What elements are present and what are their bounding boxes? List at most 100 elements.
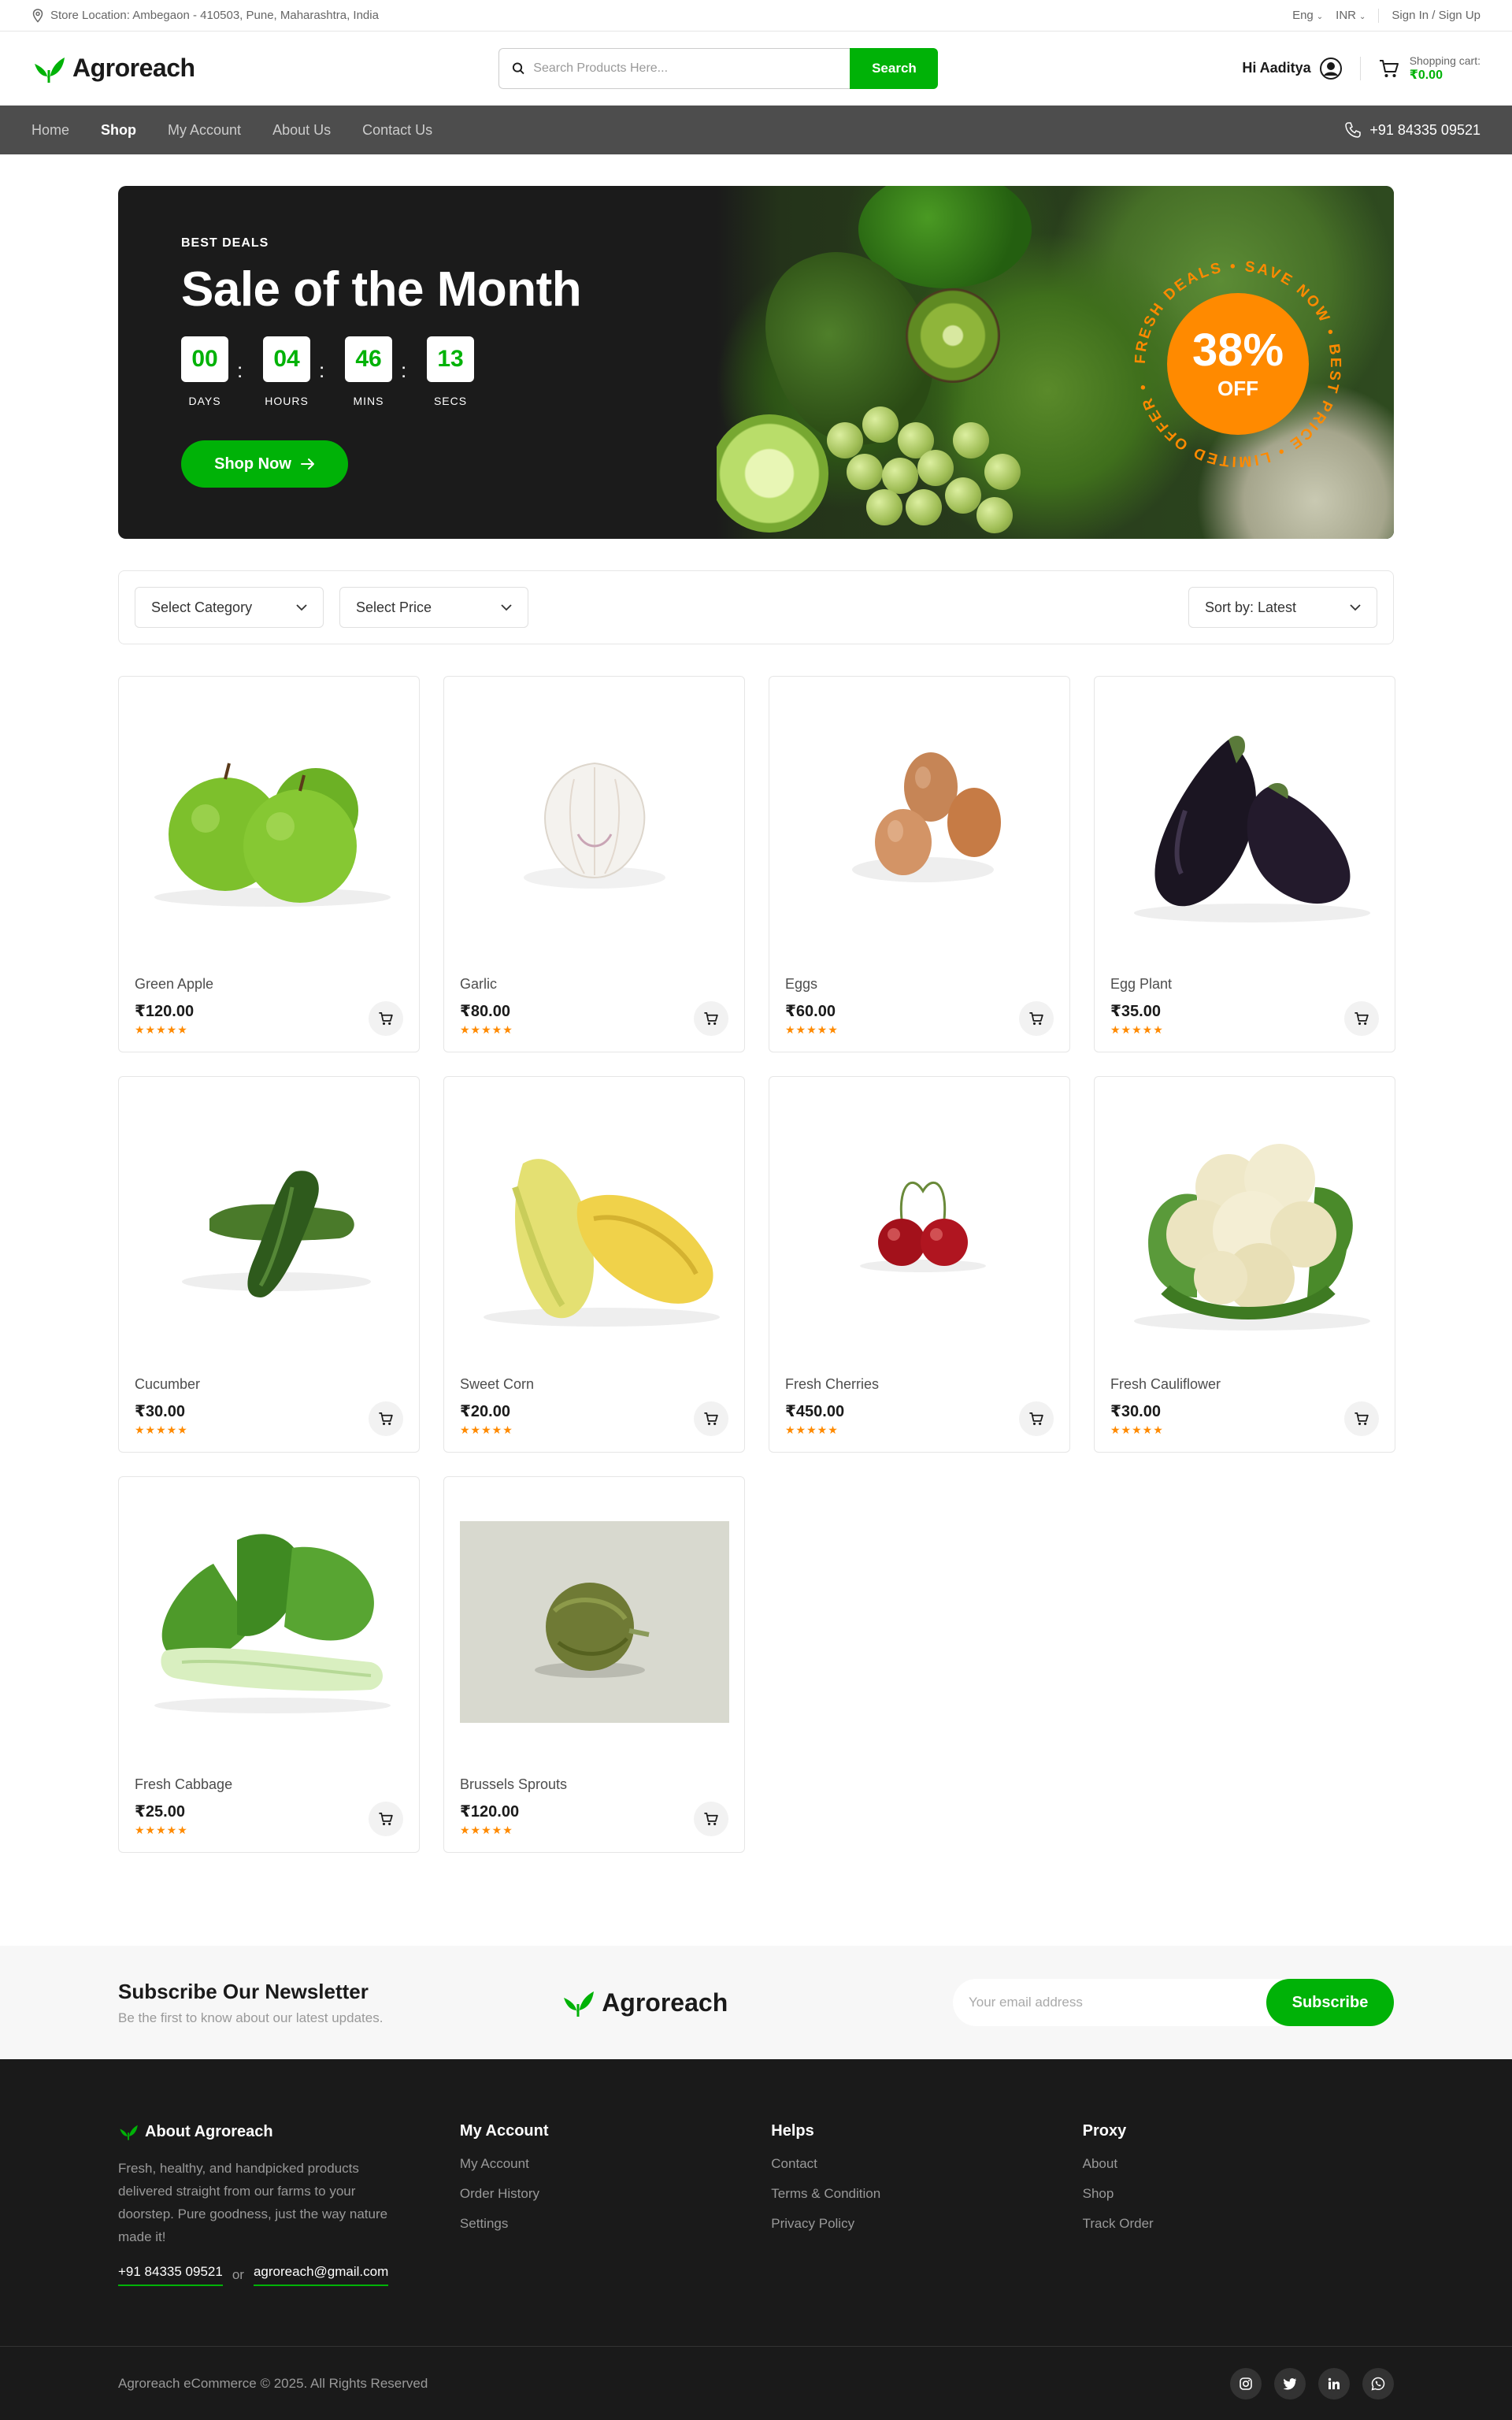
- product-name[interactable]: Green Apple: [135, 976, 213, 993]
- cart-icon: [379, 1012, 393, 1025]
- product-card[interactable]: Garlic ₹80.00 ★★★★★: [443, 676, 745, 1052]
- product-name[interactable]: Eggs: [785, 976, 817, 993]
- product-card[interactable]: Green Apple ₹120.00 ★★★★★: [118, 676, 420, 1052]
- product-card[interactable]: Sweet Corn ₹20.00 ★★★★★: [443, 1076, 745, 1453]
- leaf-logo-icon: [120, 2125, 138, 2140]
- subscribe-button[interactable]: Subscribe: [1266, 1979, 1394, 2026]
- newsletter-logo[interactable]: Agroreach: [561, 1987, 728, 2018]
- search-input[interactable]: [533, 61, 838, 76]
- topbar: Store Location: Ambegaon - 410503, Pune,…: [0, 0, 1512, 32]
- product-name[interactable]: Garlic: [460, 976, 497, 993]
- footer-link-track-order[interactable]: Track Order: [1083, 2216, 1394, 2232]
- add-to-cart-button[interactable]: [1344, 1401, 1379, 1436]
- add-to-cart-button[interactable]: [1019, 1001, 1054, 1036]
- product-image-cherries[interactable]: [785, 1093, 1054, 1348]
- product-name[interactable]: Fresh Cabbage: [135, 1776, 232, 1793]
- add-to-cart-button[interactable]: [694, 1802, 728, 1836]
- add-to-cart-button[interactable]: [369, 1001, 403, 1036]
- product-image-cucumber[interactable]: [135, 1093, 404, 1348]
- add-to-cart-button[interactable]: [694, 1401, 728, 1436]
- footer-link-about[interactable]: About: [1083, 2156, 1394, 2172]
- product-image-bok-choy[interactable]: [135, 1493, 404, 1748]
- footer-link-my-account[interactable]: My Account: [460, 2156, 771, 2172]
- product-name[interactable]: Cucumber: [135, 1376, 200, 1393]
- product-image-corn[interactable]: [460, 1093, 729, 1348]
- product-card[interactable]: Fresh Cabbage ₹25.00 ★★★★★: [118, 1476, 420, 1853]
- grape-shape: [827, 422, 863, 458]
- footer-email-link[interactable]: agroreach@gmail.com: [253, 2264, 389, 2286]
- product-image-green-apple[interactable]: [135, 692, 404, 948]
- banner-title: Sale of the Month: [181, 262, 582, 317]
- grape-shape: [882, 458, 918, 494]
- footer-link-contact[interactable]: Contact: [771, 2156, 1082, 2172]
- product-image-eggplant[interactable]: [1110, 692, 1380, 948]
- product-card[interactable]: Egg Plant ₹35.00 ★★★★★: [1094, 676, 1395, 1052]
- newsletter-brand-name: Agroreach: [602, 1988, 728, 2017]
- product-card[interactable]: Fresh Cauliflower ₹30.00 ★★★★★: [1094, 1076, 1395, 1453]
- nav-item-my-account[interactable]: My Account: [168, 122, 241, 139]
- instagram-icon[interactable]: [1230, 2368, 1262, 2400]
- add-to-cart-button[interactable]: [1344, 1001, 1379, 1036]
- social-links: [1230, 2368, 1394, 2400]
- product-image-eggs[interactable]: [785, 692, 1054, 948]
- product-price: ₹25.00: [135, 1803, 185, 1821]
- linkedin-icon[interactable]: [1318, 2368, 1350, 2400]
- shop-now-button[interactable]: Shop Now: [181, 440, 348, 488]
- newsletter-email-input[interactable]: [952, 1979, 1266, 2026]
- product-name[interactable]: Brussels Sprouts: [460, 1776, 567, 1793]
- product-image-cauliflower[interactable]: [1110, 1093, 1380, 1348]
- countdown-value: 04: [263, 336, 310, 382]
- nav-item-shop[interactable]: Shop: [101, 122, 136, 139]
- footer-link-shop[interactable]: Shop: [1083, 2186, 1394, 2202]
- sign-up-link[interactable]: Sign Up: [1439, 9, 1480, 22]
- filter-bar: Select Category Select Price Sort by: La…: [118, 570, 1394, 644]
- chevron-down-icon: ⌄: [1359, 13, 1366, 21]
- product-image-garlic[interactable]: [460, 692, 729, 948]
- shopping-cart[interactable]: Shopping cart: ₹0.00: [1378, 54, 1480, 83]
- footer-phone-link[interactable]: +91 84335 09521: [118, 2264, 223, 2286]
- user-menu[interactable]: Hi Aaditya: [1242, 57, 1342, 80]
- header: Agroreach Search Hi Aaditya Shopping car…: [0, 32, 1512, 106]
- price-select[interactable]: Select Price: [339, 587, 528, 628]
- product-card[interactable]: Eggs ₹60.00 ★★★★★: [769, 676, 1070, 1052]
- countdown-hours: 04 HOURS: [263, 336, 310, 407]
- footer-link-settings[interactable]: Settings: [460, 2216, 771, 2232]
- add-to-cart-button[interactable]: [369, 1802, 403, 1836]
- footer-link-order-history[interactable]: Order History: [460, 2186, 771, 2202]
- footer-link-privacy[interactable]: Privacy Policy: [771, 2216, 1082, 2232]
- grape-shape: [906, 489, 942, 525]
- product-name[interactable]: Egg Plant: [1110, 976, 1172, 993]
- chevron-down-icon: [501, 603, 512, 611]
- nav-item-about-us[interactable]: About Us: [272, 122, 331, 139]
- brand-logo[interactable]: Agroreach: [32, 53, 195, 84]
- product-name[interactable]: Fresh Cherries: [785, 1376, 879, 1393]
- cart-icon: [704, 1412, 718, 1425]
- product-price: ₹30.00: [1110, 1403, 1161, 1420]
- nav-item-home[interactable]: Home: [32, 122, 69, 139]
- add-to-cart-button[interactable]: [369, 1401, 403, 1436]
- product-card[interactable]: Fresh Cherries ₹450.00 ★★★★★: [769, 1076, 1070, 1453]
- whatsapp-icon[interactable]: [1362, 2368, 1394, 2400]
- currency-select[interactable]: INR ⌄: [1336, 9, 1366, 22]
- product-name[interactable]: Sweet Corn: [460, 1376, 534, 1393]
- sign-in-link[interactable]: Sign In: [1392, 9, 1429, 22]
- category-select[interactable]: Select Category: [135, 587, 324, 628]
- search-button[interactable]: Search: [850, 47, 939, 89]
- language-select[interactable]: Eng ⌄: [1292, 9, 1323, 22]
- sort-select[interactable]: Sort by: Latest: [1188, 587, 1377, 628]
- store-location: Store Location: Ambegaon - 410503, Pune,…: [32, 8, 379, 23]
- nav-item-contact-us[interactable]: Contact Us: [362, 122, 432, 139]
- product-card[interactable]: Brussels Sprouts ₹120.00 ★★★★★: [443, 1476, 745, 1853]
- twitter-icon[interactable]: [1274, 2368, 1306, 2400]
- product-name[interactable]: Fresh Cauliflower: [1110, 1376, 1221, 1393]
- footer-col-title: Proxy: [1082, 2122, 1127, 2140]
- discount-badge: FRESH DEALS • SAVE NOW • BEST PRICE • LI…: [1126, 252, 1350, 476]
- nav-phone[interactable]: +91 84335 09521: [1344, 121, 1480, 139]
- product-image-brussels-sprout[interactable]: [460, 1493, 729, 1748]
- product-card[interactable]: Cucumber ₹30.00 ★★★★★: [118, 1076, 420, 1453]
- footer-link-terms[interactable]: Terms & Condition: [771, 2186, 1082, 2202]
- category-select-value: Select Category: [151, 599, 253, 615]
- star-rating-icon: ★★★★★: [135, 1423, 188, 1436]
- add-to-cart-button[interactable]: [694, 1001, 728, 1036]
- add-to-cart-button[interactable]: [1019, 1401, 1054, 1436]
